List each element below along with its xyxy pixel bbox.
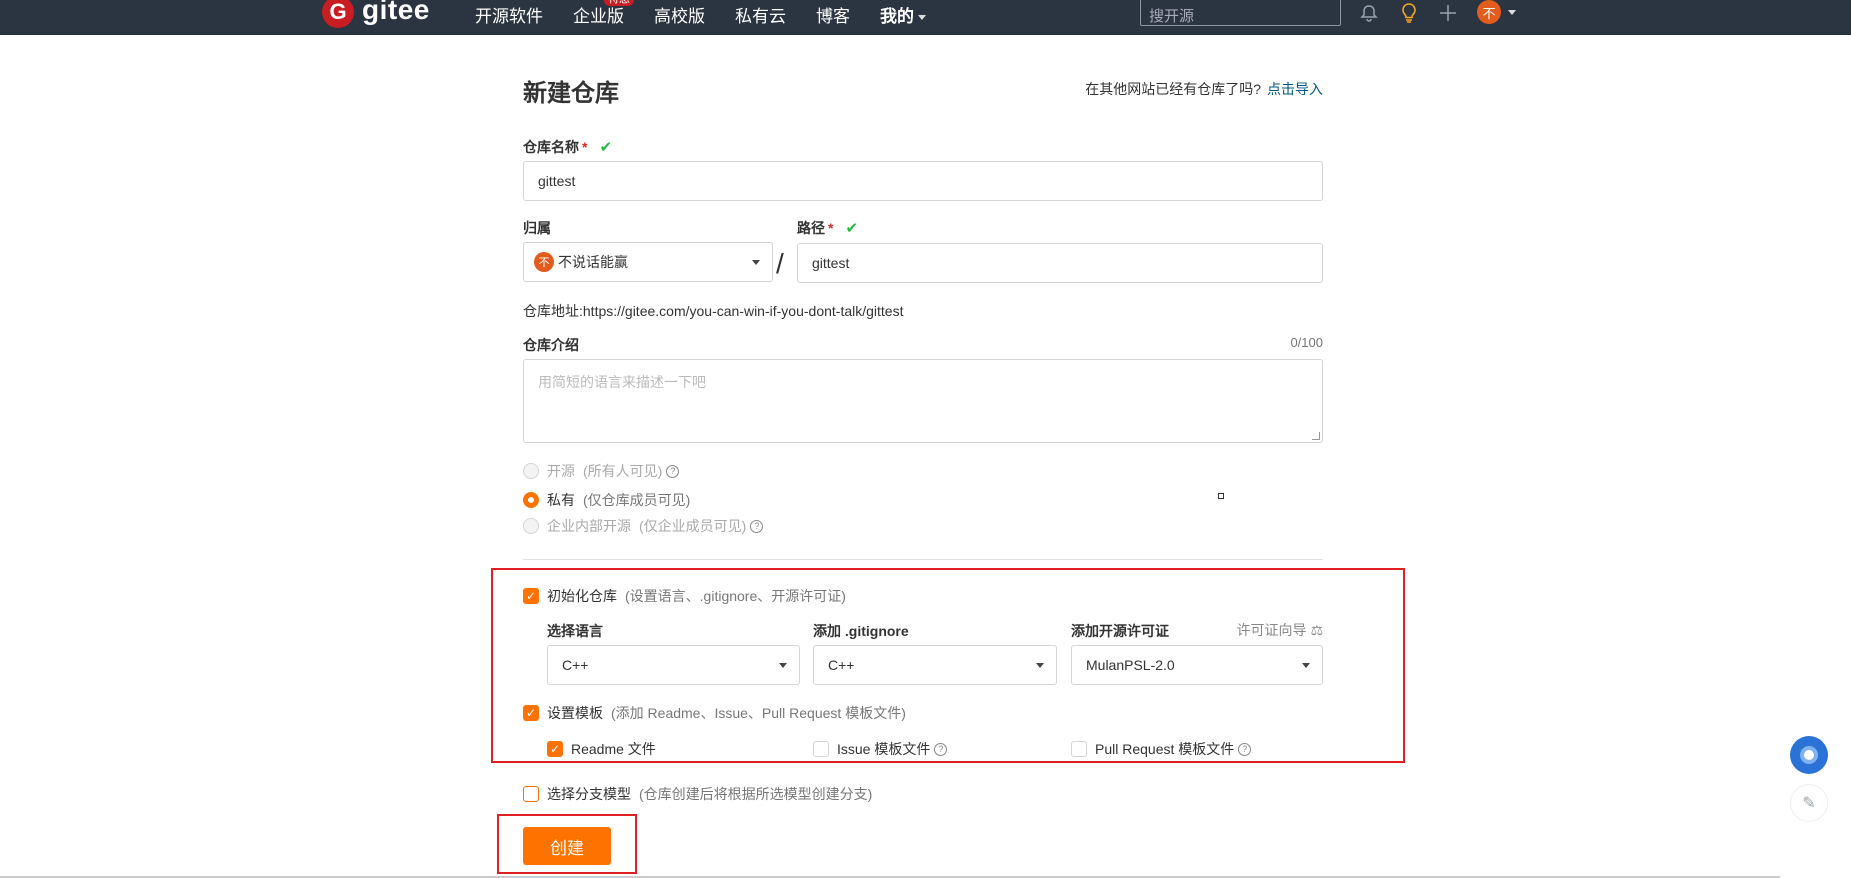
checkbox-unchecked[interactable]	[523, 786, 539, 802]
main-nav: 开源软件 企业版 特惠 高校版 私有云 博客 我的	[475, 0, 956, 28]
branch-model-checkbox-row[interactable]: 选择分支模型 (仓库创建后将根据所选模型创建分支)	[523, 784, 872, 804]
user-avatar[interactable]: 不	[1477, 0, 1501, 24]
gitee-logo-text: gitee	[362, 0, 430, 25]
path-input[interactable]: gittest	[797, 243, 1323, 283]
page-title: 新建仓库	[523, 80, 619, 107]
plus-icon[interactable]	[1437, 2, 1459, 24]
import-link[interactable]: 点击导入	[1267, 81, 1323, 97]
cursor-marker	[1218, 493, 1224, 499]
nav-university[interactable]: 高校版	[654, 2, 705, 27]
desc-counter: 0/100	[1290, 335, 1323, 350]
radio-button[interactable]	[523, 463, 539, 479]
avatar-chevron-down-icon[interactable]	[1508, 10, 1516, 15]
edit-icon: ✎	[1802, 795, 1816, 812]
repo-name-label-text: 仓库名称	[523, 139, 579, 155]
radio-hint: (仅企业成员可见)	[639, 518, 747, 534]
assistant-button[interactable]	[1790, 736, 1828, 774]
repo-url-label: 仓库地址:	[523, 303, 583, 319]
required-mark: *	[582, 139, 588, 155]
nav-enterprise[interactable]: 企业版 特惠	[573, 0, 634, 27]
nav-enterprise-label: 企业版	[573, 6, 624, 26]
radio-button[interactable]	[523, 518, 539, 534]
visibility-enterprise[interactable]: 企业内部开源 (仅企业成员可见) ?	[523, 516, 764, 536]
gitee-logo-icon: G	[322, 0, 354, 28]
visibility-private[interactable]: 私有 (仅仓库成员可见)	[523, 490, 690, 510]
path-label: 路径 * ✔	[797, 218, 858, 238]
help-icon[interactable]: ?	[750, 519, 764, 533]
search-input[interactable]: 搜开源	[1140, 0, 1341, 26]
visibility-open-source[interactable]: 开源 (所有人可见) ?	[523, 461, 680, 481]
check-icon: ✔	[599, 139, 613, 156]
help-icon[interactable]: ?	[666, 464, 680, 478]
radio-button-selected[interactable]	[523, 492, 539, 508]
radio-hint: (仅仓库成员可见)	[583, 492, 691, 508]
resize-handle-icon[interactable]	[1312, 432, 1320, 440]
branch-model-label: 选择分支模型	[547, 786, 631, 802]
bell-icon[interactable]	[1358, 2, 1380, 24]
owner-avatar: 不	[534, 252, 554, 272]
desc-label: 仓库介绍	[523, 337, 579, 353]
path-separator: /	[776, 248, 784, 279]
repo-name-label: 仓库名称 * ✔	[523, 137, 612, 157]
repo-name-input[interactable]: gittest	[523, 161, 1323, 201]
nav-mine-label: 我的	[880, 6, 914, 26]
radio-label: 企业内部开源	[547, 518, 631, 534]
nav-private-cloud[interactable]: 私有云	[735, 2, 786, 27]
hot-badge: 特惠	[604, 0, 634, 6]
required-mark: *	[828, 220, 834, 236]
gitee-logo[interactable]: G gitee	[322, 0, 430, 28]
repo-url: 仓库地址:https://gitee.com/you-can-win-if-yo…	[523, 301, 903, 321]
create-button[interactable]: 创建	[523, 827, 611, 865]
owner-value: 不说话能赢	[558, 254, 628, 270]
owner-select[interactable]: 不 不说话能赢	[523, 242, 773, 282]
import-hint-text: 在其他网站已经有仓库了吗?	[1085, 81, 1261, 97]
desc-textarea[interactable]: 用简短的语言来描述一下吧	[523, 359, 1323, 443]
import-hint: 在其他网站已经有仓库了吗? 点击导入	[1085, 79, 1323, 99]
lightbulb-icon[interactable]	[1398, 2, 1420, 24]
branch-model-hint: (仓库创建后将根据所选模型创建分支)	[639, 786, 873, 802]
check-icon: ✔	[845, 220, 859, 237]
nav-mine[interactable]: 我的	[880, 2, 926, 27]
radio-label: 私有	[547, 492, 575, 508]
radio-hint: (所有人可见)	[583, 463, 663, 479]
path-label-text: 路径	[797, 220, 825, 236]
owner-label: 归属	[523, 220, 551, 236]
top-navbar: G gitee 开源软件 企业版 特惠 高校版 私有云 博客 我的 搜开源 不	[0, 0, 1851, 35]
desc-placeholder: 用简短的语言来描述一下吧	[538, 374, 706, 390]
nav-open-source[interactable]: 开源软件	[475, 2, 543, 27]
chevron-down-icon	[752, 260, 760, 265]
nav-blog[interactable]: 博客	[816, 2, 850, 27]
radio-label: 开源	[547, 463, 575, 479]
repo-url-value: https://gitee.com/you-can-win-if-you-don…	[582, 303, 904, 319]
feedback-button[interactable]: ✎	[1790, 784, 1828, 822]
assistant-icon	[1800, 746, 1818, 764]
chevron-down-icon	[918, 14, 926, 20]
divider	[523, 559, 1323, 560]
init-section-highlight	[491, 568, 1405, 763]
